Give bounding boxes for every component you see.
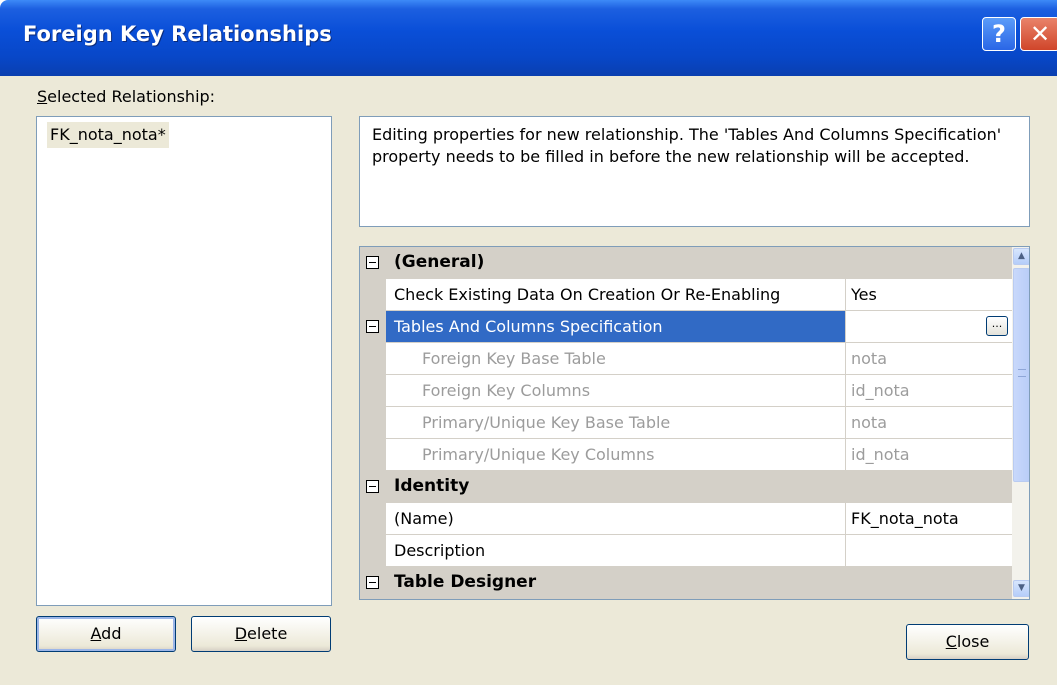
dialog-client-area: Selected Relationship: FK_nota_nota* Edi…	[0, 76, 1057, 685]
property-value: nota	[846, 407, 1012, 439]
property-name: (Name)	[386, 503, 846, 535]
property-value: id_nota	[846, 439, 1012, 471]
property-value[interactable]: ...	[846, 311, 1012, 343]
close-window-button[interactable]: ✕	[1020, 17, 1057, 51]
collapse-icon[interactable]	[366, 576, 379, 589]
property-name: Check Existing Data On Creation Or Re-En…	[386, 279, 846, 311]
category-label: Table Designer	[394, 572, 537, 592]
category-identity[interactable]: Identity	[360, 471, 1012, 503]
window-title: Foreign Key Relationships	[23, 22, 332, 46]
property-row[interactable]: Description	[360, 535, 1012, 567]
property-value[interactable]: FK_nota_nota	[846, 503, 1012, 535]
category-general[interactable]: (General)	[360, 247, 1012, 279]
scroll-thumb[interactable]	[1013, 268, 1029, 482]
property-name: Primary/Unique Key Columns	[386, 439, 846, 471]
property-name: Foreign Key Columns	[386, 375, 846, 407]
collapse-icon[interactable]	[366, 320, 379, 333]
property-row-selected[interactable]: Tables And Columns Specification ...	[360, 311, 1012, 343]
vertical-scrollbar[interactable]: ▲ ▼	[1012, 247, 1029, 599]
property-row[interactable]: Foreign Key Base Table nota	[360, 343, 1012, 375]
property-name: Foreign Key Base Table	[386, 343, 846, 375]
collapse-icon[interactable]	[366, 480, 379, 493]
property-value[interactable]: Yes	[846, 279, 1012, 311]
add-button[interactable]: Add	[36, 616, 176, 652]
category-table-designer[interactable]: Table Designer	[360, 567, 1012, 599]
title-bar: Foreign Key Relationships ? ✕	[0, 0, 1057, 76]
property-value[interactable]	[846, 535, 1012, 567]
help-button[interactable]: ?	[982, 17, 1016, 51]
close-icon: ✕	[1029, 20, 1051, 48]
property-value: nota	[846, 343, 1012, 375]
property-grid[interactable]: (General) Check Existing Data On Creatio…	[359, 246, 1030, 600]
scroll-up-icon[interactable]: ▲	[1013, 248, 1029, 265]
info-message: Editing properties for new relationship.…	[359, 116, 1030, 227]
category-label: (General)	[394, 252, 485, 272]
property-row[interactable]: Primary/Unique Key Base Table nota	[360, 407, 1012, 439]
property-row[interactable]: (Name) FK_nota_nota	[360, 503, 1012, 535]
scroll-down-icon[interactable]: ▼	[1013, 580, 1029, 597]
category-label: Identity	[394, 476, 470, 496]
close-button[interactable]: Close	[906, 624, 1029, 660]
property-row[interactable]: Primary/Unique Key Columns id_nota	[360, 439, 1012, 471]
ellipsis-button[interactable]: ...	[986, 316, 1008, 336]
help-icon: ?	[992, 20, 1006, 48]
selected-relationship-label: Selected Relationship:	[37, 87, 216, 106]
collapse-icon[interactable]	[366, 256, 379, 269]
property-name: Primary/Unique Key Base Table	[386, 407, 846, 439]
delete-button[interactable]: Delete	[191, 616, 331, 652]
property-row[interactable]: Foreign Key Columns id_nota	[360, 375, 1012, 407]
relationship-list[interactable]: FK_nota_nota*	[36, 116, 332, 606]
property-row[interactable]: Check Existing Data On Creation Or Re-En…	[360, 279, 1012, 311]
property-name: Tables And Columns Specification	[386, 311, 846, 343]
property-value: id_nota	[846, 375, 1012, 407]
list-item[interactable]: FK_nota_nota*	[47, 122, 169, 148]
property-name: Description	[386, 535, 846, 567]
